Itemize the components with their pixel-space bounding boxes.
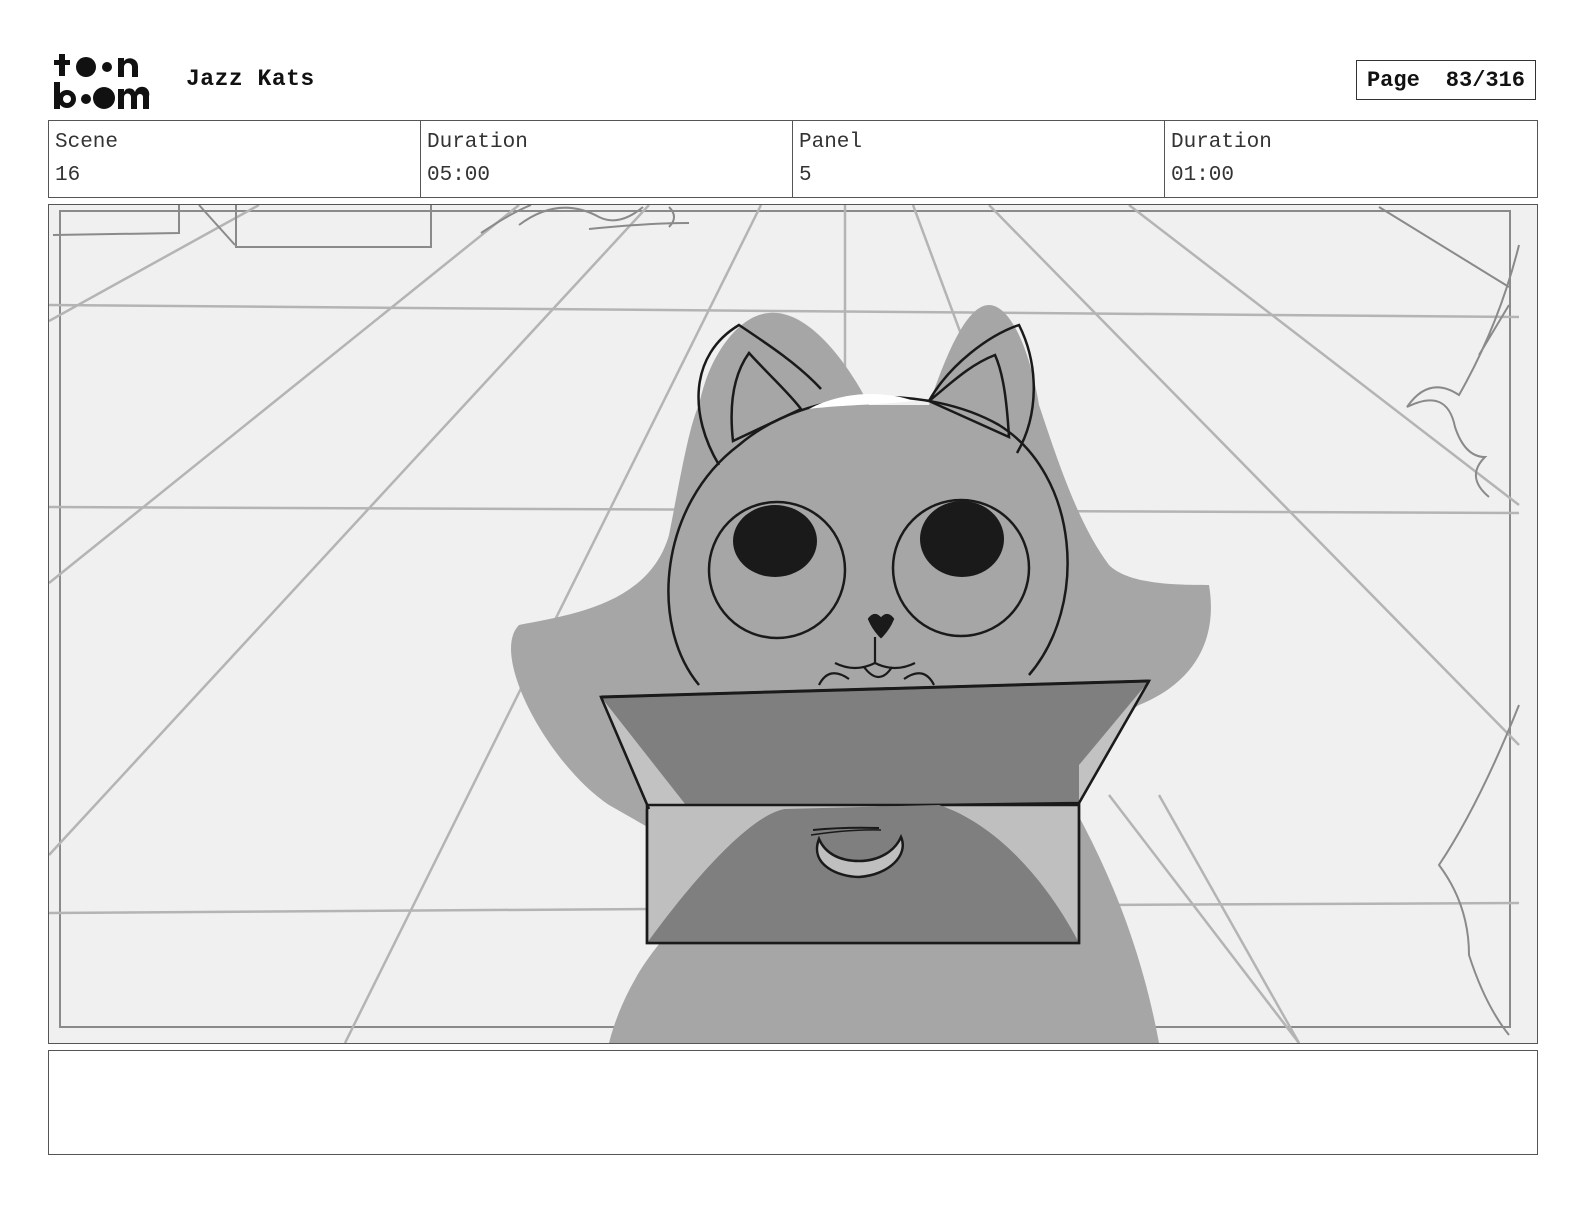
scene-label: Scene [55, 131, 119, 154]
scene-info-table: Scene 16 Duration 05:00 Panel 5 Duration… [48, 120, 1538, 198]
panel-cell: Panel 5 [793, 121, 1165, 197]
project-title: Jazz Kats [186, 66, 315, 92]
panel-label: Panel [799, 131, 863, 154]
panel-duration-value: 01:00 [1171, 164, 1235, 187]
panel-drawing [49, 205, 1537, 1043]
scene-duration-value: 05:00 [427, 164, 491, 187]
scene-duration-cell: Duration 05:00 [421, 121, 793, 197]
toon-boom-logo: toon [54, 54, 150, 109]
scene-duration-label: Duration [427, 131, 528, 154]
page-indicator: Page 83/316 [1356, 60, 1536, 100]
page-number: 83/316 [1445, 67, 1526, 93]
scene-number: 16 [55, 164, 81, 187]
page-label: Page [1366, 67, 1420, 93]
cardboard-box [599, 679, 1152, 945]
scene-cell: Scene 16 [49, 121, 421, 197]
storyboard-panel [48, 204, 1538, 1044]
panel-number: 5 [799, 164, 812, 187]
panel-notes [48, 1050, 1538, 1155]
panel-duration-label: Duration [1171, 131, 1272, 154]
panel-duration-cell: Duration 01:00 [1165, 121, 1537, 197]
